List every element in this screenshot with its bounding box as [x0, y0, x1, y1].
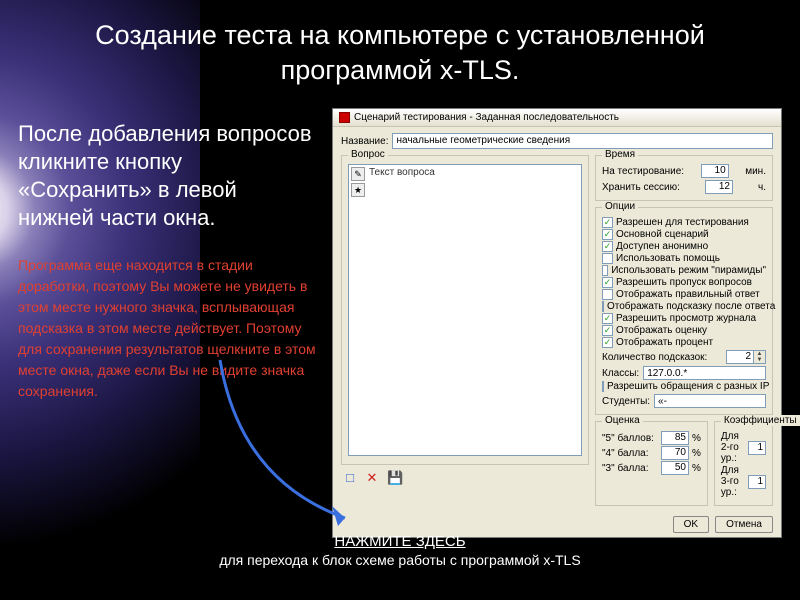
name-input[interactable]: начальные геометрические сведения	[392, 133, 773, 149]
time-session-unit: ч.	[758, 182, 766, 193]
option-label: Отображать подсказку после ответа	[607, 301, 775, 312]
coeff3-input[interactable]: 1	[748, 475, 766, 489]
grades-legend: Оценка	[602, 415, 643, 426]
option-checkbox[interactable]	[602, 265, 608, 276]
option-checkbox[interactable]: ✓	[602, 229, 613, 240]
option-label: Отображать процент	[616, 337, 713, 348]
classes-label: Классы:	[602, 368, 639, 379]
classes-input[interactable]: 127.0.0.*	[643, 366, 766, 380]
ok-button[interactable]: OK	[673, 516, 709, 533]
question-icon[interactable]: ✎	[351, 167, 365, 181]
time-session-label: Хранить сессию:	[602, 182, 680, 193]
option-checkbox[interactable]: ✓	[602, 241, 613, 252]
slide-body-text: После добавления вопросов кликните кнопк…	[18, 120, 318, 233]
cancel-button[interactable]: Отмена	[715, 516, 773, 533]
hints-spinner[interactable]: ▲▼	[754, 350, 766, 364]
option-checkbox[interactable]	[602, 301, 604, 312]
option-label: Отображать оценку	[616, 325, 707, 336]
footer-link[interactable]: НАЖМИТЕ ЗДЕСЬ	[0, 533, 800, 550]
app-icon	[339, 112, 350, 123]
option-label: Основной сценарий	[616, 229, 709, 240]
dialog-titlebar: Сценарий тестирования - Заданная последо…	[333, 109, 781, 127]
option-label: Разрешить просмотр журнала	[616, 313, 756, 324]
question-legend: Вопрос	[348, 149, 388, 160]
time-test-unit: мин.	[745, 166, 766, 177]
save-icon[interactable]: 💾	[387, 471, 401, 485]
grade5-input[interactable]: 85	[661, 431, 689, 445]
option-checkbox[interactable]: ✓	[602, 313, 613, 324]
slide-warning-note: Программа еще находится в стадии доработ…	[18, 255, 318, 402]
options-legend: Опции	[602, 201, 638, 212]
dialog-title: Сценарий тестирования - Заданная последо…	[354, 112, 619, 123]
question-list[interactable]: ✎ ★ Текст вопроса	[348, 164, 582, 456]
time-legend: Время	[602, 149, 638, 160]
allowip-checkbox[interactable]	[602, 381, 604, 392]
hints-label: Количество подсказок:	[602, 352, 707, 363]
name-label: Название:	[341, 136, 388, 147]
option-checkbox[interactable]: ✓	[602, 277, 613, 288]
option-checkbox[interactable]	[602, 289, 613, 300]
coeff-legend: Коэффициенты	[721, 415, 800, 426]
students-input[interactable]: «-	[654, 394, 766, 408]
option-label: Использовать режим "пирамиды"	[611, 265, 766, 276]
coeff2-input[interactable]: 1	[748, 441, 766, 455]
option-checkbox[interactable]	[602, 253, 613, 264]
time-test-input[interactable]: 10	[701, 164, 729, 178]
question-text-area[interactable]: Текст вопроса	[367, 165, 581, 455]
grade4-input[interactable]: 70	[661, 446, 689, 460]
option-label: Разрешен для тестирования	[616, 217, 749, 228]
allowip-label: Разрешить обращения с разных IP	[607, 381, 769, 392]
new-icon[interactable]: □	[343, 471, 357, 485]
option-label: Отображать правильный ответ	[616, 289, 760, 300]
option-label: Использовать помощь	[616, 253, 720, 264]
option-label: Разрешить пропуск вопросов	[616, 277, 752, 288]
students-label: Студенты:	[602, 396, 650, 407]
option-checkbox[interactable]: ✓	[602, 337, 613, 348]
option-checkbox[interactable]: ✓	[602, 325, 613, 336]
footer-subtext: для перехода к блок схеме работы с прогр…	[0, 552, 800, 568]
time-session-input[interactable]: 12	[705, 180, 733, 194]
delete-icon[interactable]: ✕	[365, 471, 379, 485]
grade3-input[interactable]: 50	[661, 461, 689, 475]
question-icon[interactable]: ★	[351, 183, 365, 197]
hints-input[interactable]: 2	[726, 350, 754, 364]
option-label: Доступен анонимно	[616, 241, 708, 252]
time-test-label: На тестирование:	[602, 166, 684, 177]
option-checkbox[interactable]: ✓	[602, 217, 613, 228]
slide-title: Создание теста на компьютере с установле…	[0, 18, 800, 88]
scenario-dialog: Сценарий тестирования - Заданная последо…	[332, 108, 782, 538]
